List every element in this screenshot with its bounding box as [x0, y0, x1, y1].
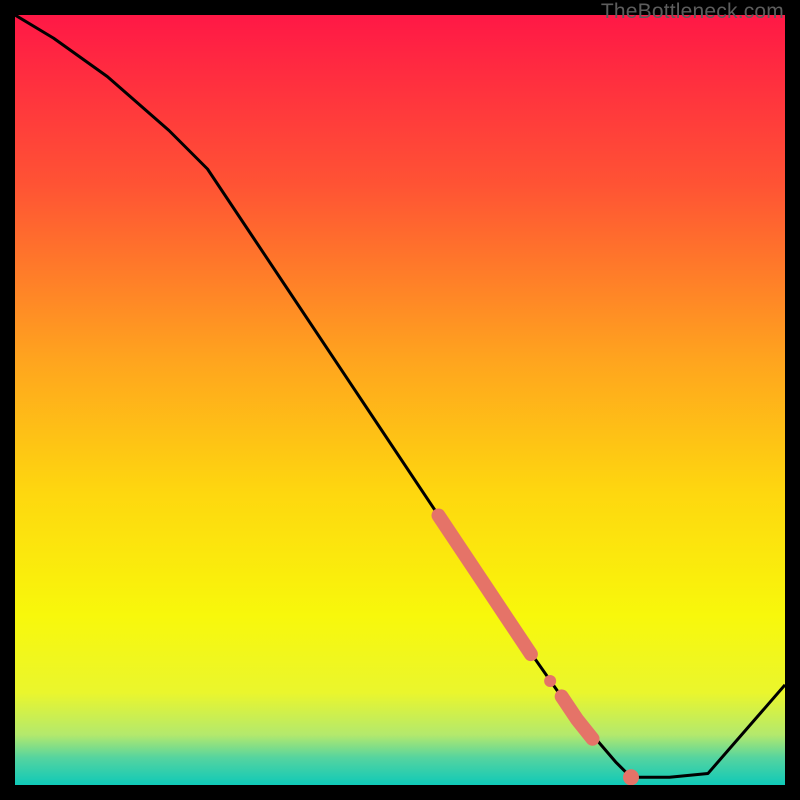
highlight-dot-mid: [544, 675, 556, 687]
plot-area: [15, 15, 785, 785]
chart-svg: [15, 15, 785, 785]
chart-frame: TheBottleneck.com: [0, 0, 800, 800]
gradient-background: [15, 15, 785, 785]
highlight-dot-bottom: [623, 769, 639, 785]
